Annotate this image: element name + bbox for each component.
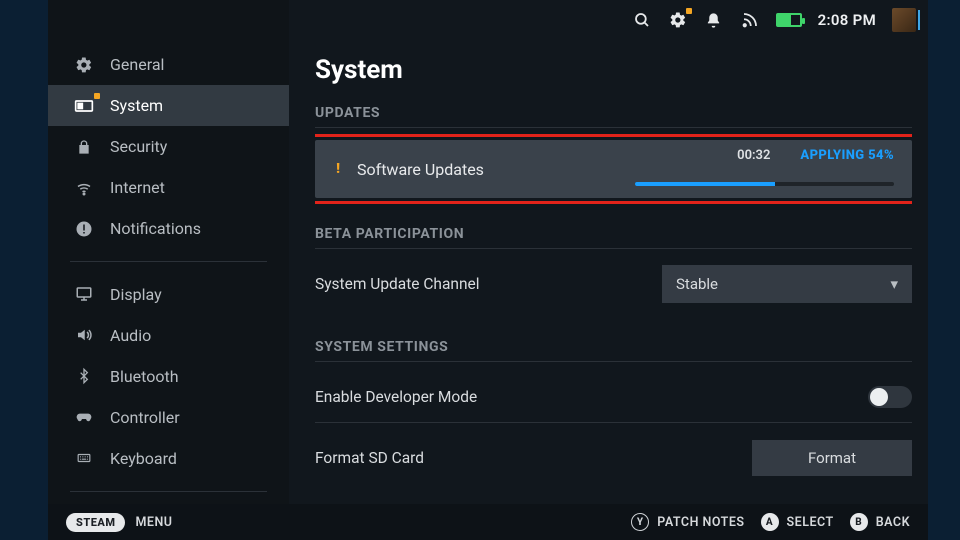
- sidebar-separator: [70, 261, 267, 262]
- section-updates-label: UPDATES: [315, 105, 912, 121]
- update-channel-row: System Update Channel Stable ▾: [315, 261, 912, 307]
- developer-mode-label: Enable Developer Mode: [315, 388, 868, 406]
- update-progress-bar: [635, 182, 775, 186]
- section-system-settings-label: SYSTEM SETTINGS: [315, 339, 912, 355]
- sidebar-item-audio[interactable]: Audio: [48, 315, 289, 356]
- top-bar: 2:08 PM: [632, 8, 916, 32]
- patch-notes-button[interactable]: Y PATCH NOTES: [631, 513, 744, 531]
- footer-right: Y PATCH NOTES A SELECT B BACK: [631, 513, 910, 531]
- section-beta-label: BETA PARTICIPATION: [315, 226, 912, 242]
- select-value: Stable: [676, 275, 718, 293]
- sidebar-separator: [70, 491, 267, 492]
- developer-mode-row: Enable Developer Mode: [315, 374, 912, 420]
- update-badge-icon: [94, 93, 100, 99]
- update-timer: 00:32: [737, 148, 770, 163]
- audio-icon: [74, 325, 94, 345]
- keyboard-icon: [74, 448, 94, 468]
- sidebar-item-label: Notifications: [110, 219, 201, 238]
- settings-panel: General System Security Internet Notific…: [48, 0, 928, 504]
- sidebar-item-security[interactable]: Security: [48, 126, 289, 167]
- settings-icon[interactable]: [668, 10, 688, 30]
- format-sd-label: Format SD Card: [315, 449, 752, 467]
- bell-icon[interactable]: [704, 10, 724, 30]
- rss-icon[interactable]: [740, 10, 760, 30]
- sidebar-item-bluetooth[interactable]: Bluetooth: [48, 356, 289, 397]
- main-area: 2:08 PM System UPDATES ! Software Update…: [289, 0, 928, 504]
- battery-icon: [776, 13, 802, 27]
- back-button[interactable]: B BACK: [850, 513, 910, 531]
- bluetooth-icon: [74, 366, 94, 386]
- controller-icon: [74, 407, 94, 427]
- screen: General System Security Internet Notific…: [0, 0, 960, 540]
- update-status-group: 00:32 APPLYING 54%: [737, 148, 894, 163]
- sidebar-item-label: Internet: [110, 178, 165, 197]
- sidebar-item-label: Bluetooth: [110, 367, 179, 386]
- sidebar-item-system[interactable]: System: [48, 85, 289, 126]
- menu-label: MENU: [135, 515, 172, 530]
- sidebar-item-general[interactable]: General: [48, 44, 289, 85]
- sidebar-item-controller[interactable]: Controller: [48, 397, 289, 438]
- sidebar-item-label: Controller: [110, 408, 180, 427]
- sidebar-item-label: Keyboard: [110, 449, 177, 468]
- divider: [315, 361, 912, 362]
- avatar[interactable]: [892, 8, 916, 32]
- update-name: Software Updates: [357, 160, 484, 179]
- gear-icon: [74, 55, 94, 75]
- software-updates-row[interactable]: ! Software Updates 00:32 APPLYING 54%: [315, 140, 912, 198]
- chevron-down-icon: ▾: [890, 275, 898, 293]
- sidebar-item-keyboard[interactable]: Keyboard: [48, 438, 289, 479]
- sidebar-item-display[interactable]: Display: [48, 274, 289, 315]
- warning-icon: !: [333, 161, 343, 177]
- sidebar-item-label: Display: [110, 285, 162, 304]
- divider: [315, 422, 912, 423]
- format-button[interactable]: Format: [752, 440, 912, 476]
- lock-icon: [74, 137, 94, 157]
- clock: 2:08 PM: [818, 11, 876, 29]
- footer: STEAM MENU Y PATCH NOTES A SELECT B BACK: [48, 504, 928, 540]
- update-progress: [635, 182, 894, 186]
- divider: [315, 127, 912, 128]
- page-title: System: [315, 55, 912, 85]
- a-glyph-icon: A: [761, 513, 779, 531]
- sidebar-item-notifications[interactable]: Notifications: [48, 208, 289, 249]
- update-badge-icon: [686, 8, 692, 14]
- button-label: SELECT: [787, 515, 834, 530]
- system-icon: [74, 96, 94, 116]
- sidebar-item-label: Audio: [110, 326, 151, 345]
- b-glyph-icon: B: [850, 513, 868, 531]
- steam-button[interactable]: STEAM: [66, 513, 125, 532]
- y-glyph-icon: Y: [631, 513, 649, 531]
- wifi-icon: [74, 178, 94, 198]
- sidebar-item-internet[interactable]: Internet: [48, 167, 289, 208]
- display-icon: [74, 284, 94, 304]
- sidebar-item-label: General: [110, 55, 164, 74]
- footer-left: STEAM MENU: [66, 513, 173, 532]
- select-button[interactable]: A SELECT: [761, 513, 834, 531]
- update-channel-label: System Update Channel: [315, 275, 662, 293]
- sidebar: General System Security Internet Notific…: [48, 0, 289, 504]
- sidebar-item-label: Security: [110, 137, 167, 156]
- format-sd-row: Format SD Card Format: [315, 435, 912, 481]
- sidebar-item-label: System: [110, 96, 163, 115]
- search-icon[interactable]: [632, 10, 652, 30]
- divider: [315, 248, 912, 249]
- developer-mode-toggle[interactable]: [868, 386, 912, 408]
- button-label: PATCH NOTES: [657, 515, 744, 530]
- content: System UPDATES ! Software Updates 00:32 …: [315, 55, 912, 504]
- alert-icon: [74, 219, 94, 239]
- update-status: APPLYING 54%: [800, 148, 894, 163]
- button-label: BACK: [876, 515, 910, 530]
- update-channel-select[interactable]: Stable ▾: [662, 265, 912, 303]
